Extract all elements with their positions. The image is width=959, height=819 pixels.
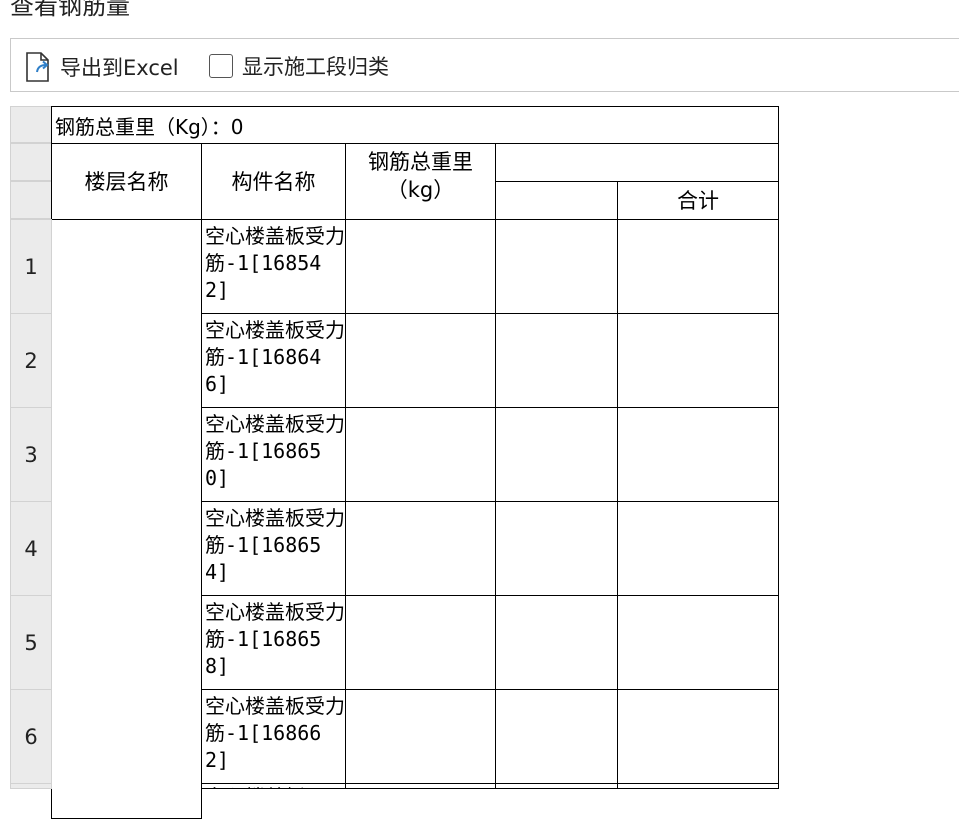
page-title: 查看钢筋量 bbox=[10, 0, 130, 20]
row-number: 2 bbox=[10, 313, 52, 408]
header-sub-blank bbox=[495, 181, 618, 220]
header-group bbox=[495, 143, 779, 182]
component-name-cell[interactable]: 空心楼盖板受力筋-1[168658] bbox=[201, 595, 346, 690]
component-name-cell[interactable]: 空心楼盖板受力筋-1[168542] bbox=[201, 219, 346, 314]
subtotal-cell[interactable] bbox=[617, 501, 779, 596]
weight-cell[interactable] bbox=[345, 219, 496, 314]
weight-cell[interactable] bbox=[345, 595, 496, 690]
subtotal-cell[interactable] bbox=[617, 783, 779, 789]
show-stage-label: 显示施工段归类 bbox=[242, 55, 389, 79]
export-excel-label: 导出到Excel bbox=[60, 56, 179, 80]
header-total-weight: 钢筋总重里 （kg） bbox=[345, 143, 496, 220]
subtotal-cell[interactable] bbox=[617, 595, 779, 690]
header-floor-name: 楼层名称 bbox=[51, 143, 202, 220]
component-name-cell[interactable]: 空心楼盖板受力筋-1[168650] bbox=[201, 407, 346, 502]
component-name-cell[interactable]: 空心楼盖板受力筋-1[168654] bbox=[201, 501, 346, 596]
row-number: 1 bbox=[10, 219, 52, 314]
value-cell[interactable] bbox=[495, 595, 618, 690]
value-cell[interactable] bbox=[495, 501, 618, 596]
weight-cell[interactable] bbox=[345, 313, 496, 408]
value-cell[interactable] bbox=[495, 313, 618, 408]
weight-cell[interactable] bbox=[345, 407, 496, 502]
component-name-cell[interactable]: 空心楼盖板 bbox=[201, 783, 346, 789]
value-cell[interactable] bbox=[495, 219, 618, 314]
show-stage-checkbox[interactable] bbox=[209, 54, 233, 78]
export-file-icon bbox=[26, 52, 49, 82]
floor-name-cell bbox=[51, 219, 202, 819]
header-subtotal: 合计 bbox=[617, 181, 779, 220]
row-number: 5 bbox=[10, 595, 52, 690]
weight-cell[interactable] bbox=[345, 501, 496, 596]
row-number: 4 bbox=[10, 501, 52, 596]
header-row-marker bbox=[10, 181, 52, 219]
row-number: 6 bbox=[10, 689, 52, 784]
header-component-name: 构件名称 bbox=[201, 143, 346, 220]
subtotal-cell[interactable] bbox=[617, 407, 779, 502]
value-cell[interactable] bbox=[495, 783, 618, 789]
row-number: 3 bbox=[10, 407, 52, 502]
header-row-marker bbox=[10, 143, 52, 181]
total-weight-label: 钢筋总重里（Kg）：0 bbox=[51, 106, 779, 144]
row-number bbox=[10, 783, 52, 789]
component-name-cell[interactable]: 空心楼盖板受力筋-1[168662] bbox=[201, 689, 346, 784]
corner-cell bbox=[10, 106, 52, 143]
header-total-weight-unit: （kg） bbox=[386, 178, 455, 202]
header-total-weight-label: 钢筋总重里 bbox=[368, 150, 473, 174]
weight-cell[interactable] bbox=[345, 689, 496, 784]
subtotal-cell[interactable] bbox=[617, 219, 779, 314]
value-cell[interactable] bbox=[495, 407, 618, 502]
show-stage-checkbox-control[interactable]: 显示施工段归类 bbox=[209, 51, 389, 81]
subtotal-cell[interactable] bbox=[617, 689, 779, 784]
weight-cell[interactable] bbox=[345, 783, 496, 789]
toolbar: 导出到Excel 显示施工段归类 bbox=[10, 38, 959, 92]
value-cell[interactable] bbox=[495, 689, 618, 784]
subtotal-cell[interactable] bbox=[617, 313, 779, 408]
component-name-cell[interactable]: 空心楼盖板受力筋-1[168646] bbox=[201, 313, 346, 408]
export-excel-button[interactable]: 导出到Excel bbox=[25, 52, 179, 82]
